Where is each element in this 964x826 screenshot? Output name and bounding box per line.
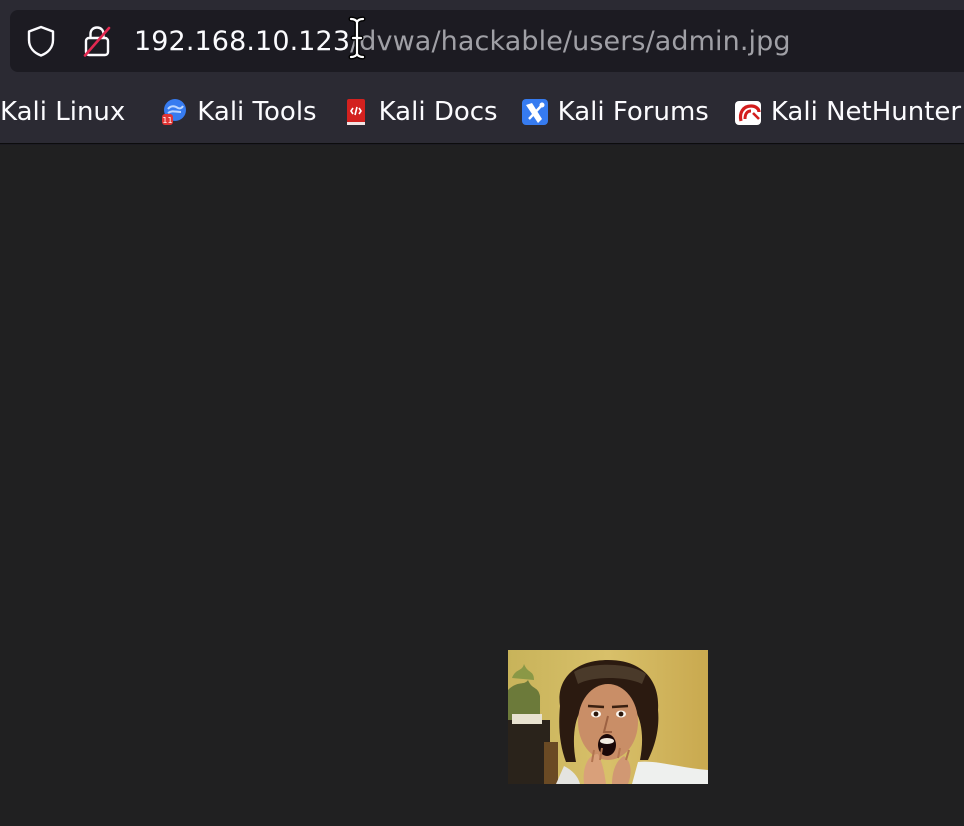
bookmarks-toolbar: Kali Linux 11 Kali Tools Kali Docs Kali … (0, 88, 964, 136)
url-path: /dvwa/hackable/users/admin.jpg (350, 25, 791, 57)
svg-text:11: 11 (163, 116, 173, 125)
kali-forums-icon (520, 97, 550, 127)
bookmark-kali-docs[interactable]: Kali Docs (331, 90, 508, 134)
kali-tools-icon: 11 (159, 97, 189, 127)
bookmark-label: Kali Tools (197, 97, 317, 127)
url-bar[interactable]: 192.168.10.123/dvwa/hackable/users/admin… (10, 10, 964, 72)
bookmark-kali-nethunter[interactable]: Kali NetHunter (723, 90, 964, 134)
bookmark-kali-forums[interactable]: Kali Forums (510, 90, 719, 134)
page-viewport (0, 145, 964, 826)
url-text[interactable]: 192.168.10.123/dvwa/hackable/users/admin… (134, 26, 791, 57)
bookmark-kali-tools[interactable]: 11 Kali Tools (149, 90, 326, 134)
bookmark-kali-linux[interactable]: Kali Linux (0, 90, 135, 134)
admin-photo (508, 650, 708, 784)
bookmark-label: Kali Docs (378, 97, 498, 127)
bookmark-label: Kali NetHunter (770, 97, 962, 127)
shield-icon[interactable] (26, 24, 56, 58)
kali-nethunter-icon (733, 97, 763, 127)
url-host: 192.168.10.123 (134, 25, 351, 57)
browser-toolbar: 192.168.10.123/dvwa/hackable/users/admin… (0, 0, 964, 144)
bookmark-label: Kali Linux (0, 97, 126, 127)
bookmark-label: Kali Forums (557, 97, 709, 127)
insecure-lock-icon[interactable] (82, 24, 112, 58)
kali-docs-icon (341, 97, 371, 127)
